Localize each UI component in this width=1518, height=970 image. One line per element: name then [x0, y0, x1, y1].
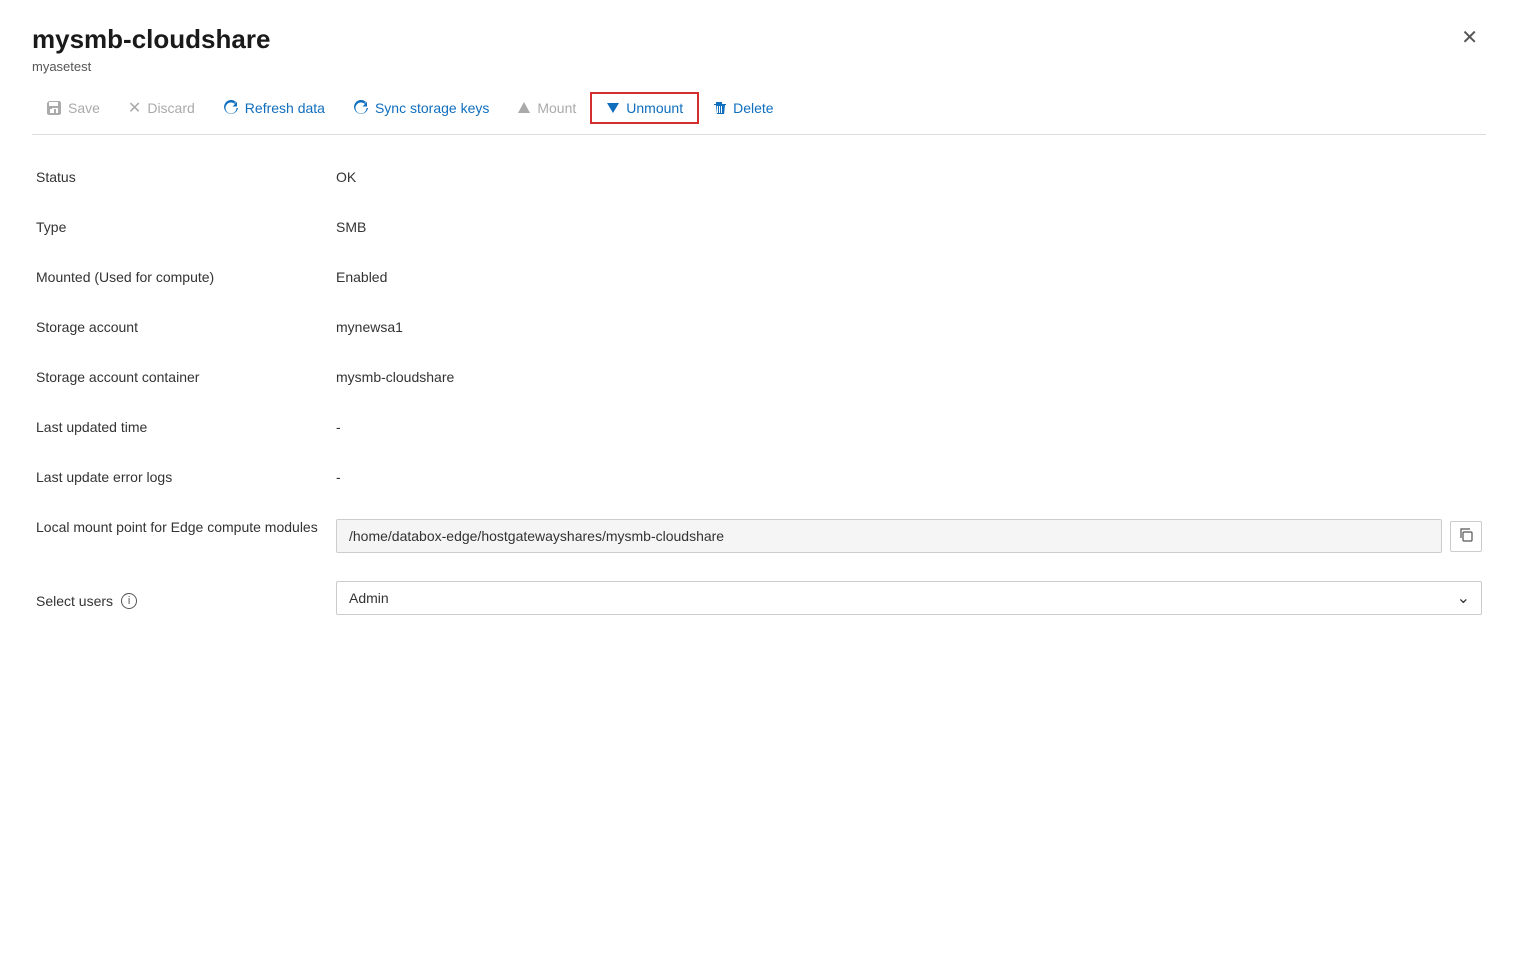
select-users-label-container: Select users i	[36, 581, 336, 609]
discard-label: Discard	[147, 100, 194, 116]
info-icon: i	[121, 593, 137, 609]
mount-button[interactable]: Mount	[503, 94, 590, 122]
close-icon: ✕	[1461, 27, 1478, 49]
delete-icon	[713, 100, 727, 116]
mounted-row: Mounted (Used for compute) Enabled	[36, 263, 1482, 285]
storage-account-row: Storage account mynewsa1	[36, 313, 1482, 335]
type-label: Type	[36, 213, 336, 235]
type-row: Type SMB	[36, 213, 1482, 235]
unmount-button[interactable]: Unmount	[590, 92, 699, 124]
refresh-icon	[223, 100, 239, 116]
mount-label: Mount	[537, 100, 576, 116]
type-value: SMB	[336, 213, 1482, 235]
panel-header: mysmb-cloudshare myasetest ✕	[32, 24, 1486, 74]
mount-point-label: Local mount point for Edge compute modul…	[36, 513, 336, 535]
panel-subtitle: myasetest	[32, 59, 270, 74]
panel-title: mysmb-cloudshare	[32, 24, 270, 55]
last-error-value: -	[336, 463, 1482, 485]
save-button[interactable]: Save	[32, 94, 114, 122]
select-users-label: Select users	[36, 593, 113, 609]
last-error-row: Last update error logs -	[36, 463, 1482, 485]
storage-container-label: Storage account container	[36, 363, 336, 385]
status-label: Status	[36, 163, 336, 185]
sync-label: Sync storage keys	[375, 100, 489, 116]
detail-panel: mysmb-cloudshare myasetest ✕ Save ✕ Disc…	[0, 0, 1518, 970]
mount-point-value: /home/databox-edge/hostgatewayshares/mys…	[336, 519, 1442, 553]
storage-account-label: Storage account	[36, 313, 336, 335]
unmount-label: Unmount	[626, 100, 683, 116]
sync-button[interactable]: Sync storage keys	[339, 94, 503, 122]
status-row: Status OK	[36, 163, 1482, 185]
save-icon	[46, 100, 62, 116]
select-users-container: Admin ⌄	[336, 581, 1482, 615]
mount-point-value-container: /home/databox-edge/hostgatewayshares/mys…	[336, 513, 1482, 553]
last-updated-label: Last updated time	[36, 413, 336, 435]
storage-container-value: mysmb-cloudshare	[336, 363, 1482, 385]
detail-content: Status OK Type SMB Mounted (Used for com…	[32, 163, 1486, 615]
header-left: mysmb-cloudshare myasetest	[32, 24, 270, 74]
storage-container-row: Storage account container mysmb-cloudsha…	[36, 363, 1482, 385]
save-label: Save	[68, 100, 100, 116]
mount-point-row: Local mount point for Edge compute modul…	[36, 513, 1482, 553]
copy-mount-point-button[interactable]	[1450, 521, 1482, 552]
status-value: OK	[336, 163, 1482, 185]
mounted-label: Mounted (Used for compute)	[36, 263, 336, 285]
sync-icon	[353, 100, 369, 116]
refresh-label: Refresh data	[245, 100, 325, 116]
unmount-icon	[606, 101, 620, 115]
last-updated-row: Last updated time -	[36, 413, 1482, 435]
discard-icon: ✕	[128, 98, 141, 118]
delete-button[interactable]: Delete	[699, 94, 787, 122]
mount-icon	[517, 101, 531, 115]
delete-label: Delete	[733, 100, 773, 116]
select-users-row: Select users i Admin ⌄	[36, 581, 1482, 615]
toolbar: Save ✕ Discard Refresh data Sync storage…	[32, 82, 1486, 135]
close-button[interactable]: ✕	[1453, 24, 1486, 52]
last-updated-value: -	[336, 413, 1482, 435]
discard-button[interactable]: ✕ Discard	[114, 92, 209, 124]
refresh-button[interactable]: Refresh data	[209, 94, 339, 122]
select-users-dropdown[interactable]: Admin	[336, 581, 1482, 615]
copy-icon	[1459, 529, 1473, 545]
storage-account-value: mynewsa1	[336, 313, 1482, 335]
last-error-label: Last update error logs	[36, 463, 336, 485]
mounted-value: Enabled	[336, 263, 1482, 285]
